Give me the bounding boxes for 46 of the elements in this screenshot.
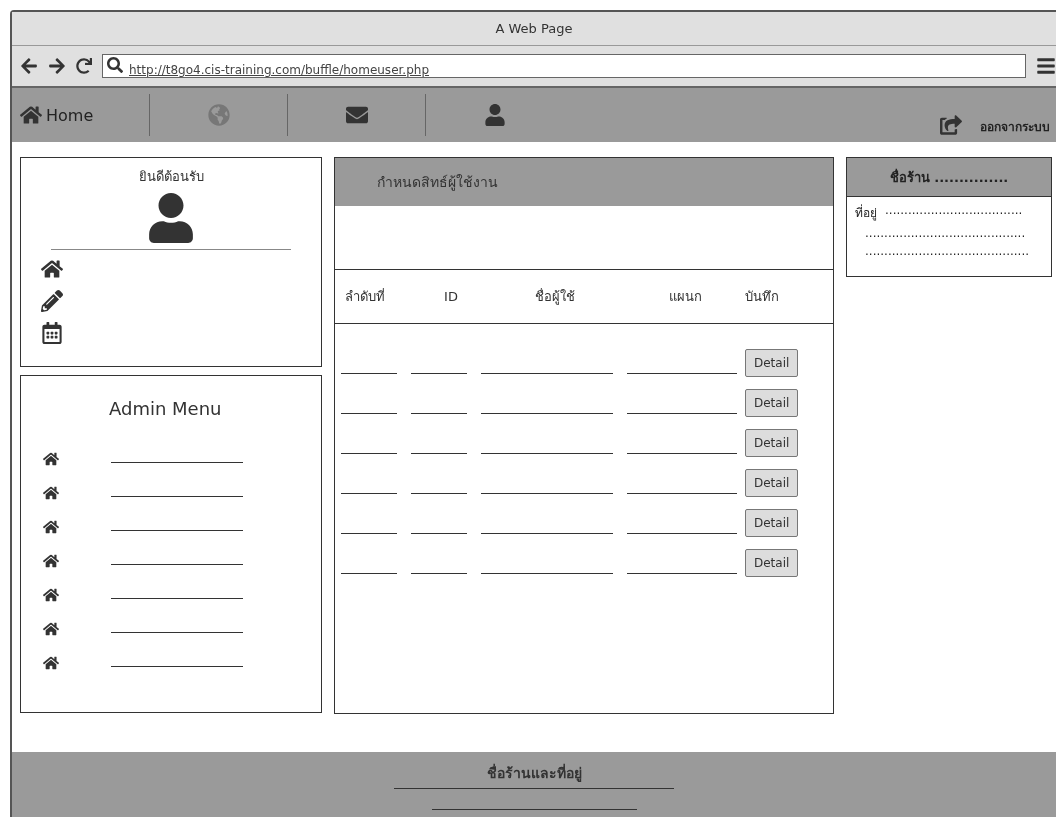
home-icon[interactable] <box>43 655 59 671</box>
home-icon <box>20 104 42 126</box>
address-line: .......................................... <box>864 226 1027 240</box>
reload-icon[interactable] <box>76 58 92 74</box>
column-header: ชื่อผู้ใช้ <box>534 287 576 307</box>
menu-icon[interactable] <box>1036 56 1056 76</box>
home-icon[interactable] <box>43 553 59 569</box>
globe-icon <box>207 104 230 126</box>
column-header: แผนก <box>667 288 703 306</box>
address-line: .................................... <box>885 203 1023 219</box>
calendar-icon[interactable] <box>41 322 63 344</box>
column-header: ID <box>443 289 459 304</box>
address-field[interactable]: http://t8go4.cis-training.com/buffle/homeuser.php <box>102 54 1026 78</box>
logout-link[interactable]: ออกจากระบบ <box>980 117 1050 136</box>
detail-button[interactable]: Detail <box>745 349 799 377</box>
detail-button[interactable]: Detail <box>745 549 799 577</box>
detail-button[interactable]: Detail <box>745 429 799 457</box>
home-icon[interactable] <box>43 519 59 535</box>
home-icon[interactable] <box>43 451 59 467</box>
forward-icon[interactable] <box>48 57 66 75</box>
detail-button[interactable]: Detail <box>745 509 799 537</box>
column-header: ลำดับที่ <box>345 287 386 306</box>
share-icon[interactable] <box>940 114 962 136</box>
detail-button[interactable]: Detail <box>745 389 799 417</box>
shop-name: ชื่อร้าน ............... <box>847 158 1051 197</box>
pencil-icon[interactable] <box>41 290 63 312</box>
home-icon[interactable] <box>43 621 59 637</box>
welcome-title: ยินดีต้อนรับ <box>138 168 204 186</box>
column-header: บันทึก <box>745 288 780 306</box>
home-icon[interactable] <box>43 587 59 603</box>
home-nav-link[interactable]: Home <box>12 94 150 136</box>
footer-text: ชื่อร้านและที่อยู่ <box>486 762 582 784</box>
detail-button[interactable]: Detail <box>745 469 799 497</box>
mail-icon <box>345 104 368 126</box>
address-label: ที่อยู่ <box>855 203 877 222</box>
admin-menu-title: Admin Menu <box>109 398 223 419</box>
window-title: A Web Page <box>12 12 1056 46</box>
user-avatar-icon <box>146 193 196 243</box>
panel-title: กำหนดสิทธ์ผู้ใช้งาน <box>335 158 833 206</box>
address-line: ........................................... <box>864 244 1031 258</box>
search-icon <box>107 57 123 73</box>
home-icon[interactable] <box>43 485 59 501</box>
back-icon[interactable] <box>20 57 38 75</box>
user-icon <box>484 104 506 126</box>
nav-label: Home <box>46 105 94 125</box>
home-icon[interactable] <box>41 258 63 280</box>
